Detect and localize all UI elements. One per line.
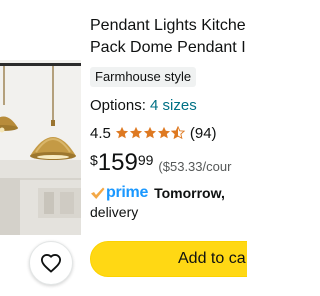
rating-row[interactable]: 4.5 (94) bbox=[90, 124, 217, 142]
price: $ 159 99 ($53.33/cour bbox=[90, 149, 231, 179]
price-symbol: $ bbox=[90, 152, 98, 168]
delivery-label: delivery bbox=[90, 204, 139, 220]
product-title[interactable]: Pendant Lights Kitche Pack Dome Pendant … bbox=[90, 15, 247, 59]
product-image-top bbox=[0, 0, 81, 60]
delivery-day: Tomorrow, bbox=[154, 185, 225, 201]
prime-check-icon bbox=[91, 187, 105, 199]
rating-value: 4.5 bbox=[90, 124, 111, 142]
product-info: Pendant Lights Kitche Pack Dome Pendant … bbox=[90, 0, 247, 296]
product-title-line-2: Pack Dome Pendant I bbox=[90, 39, 246, 56]
half-star-icon bbox=[170, 126, 185, 140]
add-to-cart-button[interactable]: Add to ca bbox=[90, 241, 247, 277]
options-label: Options: bbox=[90, 97, 146, 114]
star-icon bbox=[129, 126, 142, 139]
star-icon bbox=[157, 126, 170, 139]
price-whole: 159 bbox=[97, 149, 138, 176]
star-icon bbox=[143, 126, 156, 139]
rating-count: (94) bbox=[189, 124, 217, 142]
product-image[interactable] bbox=[0, 0, 81, 296]
price-fraction: 99 bbox=[137, 152, 154, 168]
pendant-lights-photo bbox=[0, 60, 81, 235]
options-link[interactable]: 4 sizes bbox=[150, 97, 197, 114]
prime-row: prime Tomorrow, bbox=[90, 184, 225, 202]
prime-label: prime bbox=[106, 184, 149, 201]
heart-icon bbox=[41, 254, 61, 273]
star-rating bbox=[115, 126, 185, 140]
options-row: Options: 4 sizes bbox=[90, 97, 197, 115]
style-badge: Farmhouse style bbox=[90, 67, 197, 87]
star-icon bbox=[115, 126, 128, 139]
favorite-button[interactable] bbox=[29, 241, 73, 285]
unit-price: ($53.33/cour bbox=[158, 159, 232, 174]
product-title-line-1: Pendant Lights Kitche bbox=[90, 17, 246, 34]
